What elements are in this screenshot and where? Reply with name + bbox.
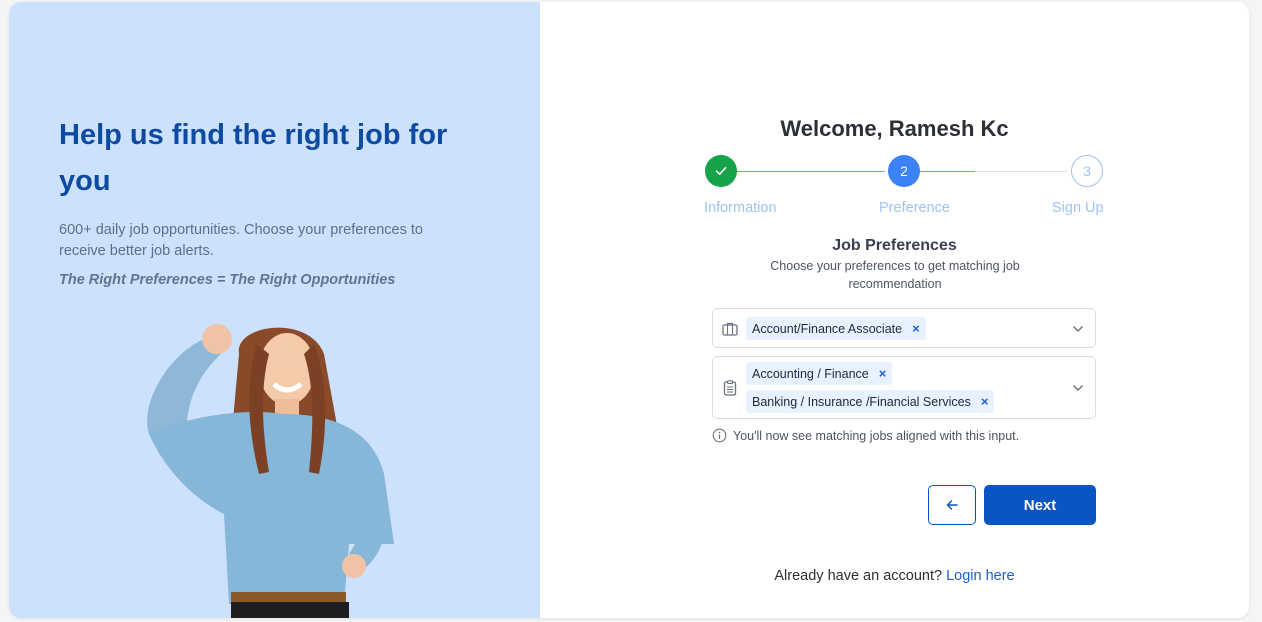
next-button[interactable]: Next	[984, 485, 1096, 525]
chip-remove-button[interactable]: ×	[912, 321, 920, 336]
login-prompt-text: Already have an account?	[774, 568, 943, 584]
chip-label: Banking / Insurance /Financial Services	[752, 394, 971, 409]
stepper-line-complete	[725, 170, 885, 172]
job-category-select[interactable]: Accounting / Finance × Banking / Insuran…	[712, 356, 1096, 419]
chip-remove-button[interactable]: ×	[981, 394, 989, 409]
step-1-label: Information	[704, 200, 777, 216]
job-preferences-subtitle: Choose your preferences to get matching …	[770, 259, 1020, 291]
briefcase-icon	[722, 322, 738, 336]
celebrating-woman-illustration	[147, 324, 394, 618]
chip-remove-button[interactable]: ×	[879, 366, 887, 381]
checkmark-icon	[715, 167, 727, 175]
job-preferences-title: Job Preferences	[832, 237, 957, 254]
step-3-circle: 3	[1071, 155, 1103, 187]
stepper-line-pending	[975, 170, 1067, 172]
step-2-label: Preference	[879, 200, 950, 216]
promo-subtext: 600+ daily job opportunities. Choose you…	[59, 222, 423, 259]
hint-text: You'll now see matching jobs aligned wit…	[733, 428, 1020, 443]
clipboard-icon	[723, 380, 737, 396]
promo-headline: Help us find the right job for you	[59, 119, 448, 197]
arrow-left-icon	[946, 500, 958, 510]
promo-tagline: The Right Preferences = The Right Opport…	[59, 272, 396, 288]
matching-hint: You'll now see matching jobs aligned wit…	[712, 428, 1019, 443]
chip-banking-insurance: Banking / Insurance /Financial Services …	[746, 390, 995, 413]
chip-label: Account/Finance Associate	[752, 321, 903, 336]
step-1-circle	[705, 155, 737, 187]
back-button[interactable]	[928, 485, 976, 525]
chip-label: Accounting / Finance	[752, 366, 869, 381]
promo-panel: Help us find the right job for you 600+ …	[9, 2, 540, 618]
chip-account-finance-associate: Account/Finance Associate ×	[746, 317, 926, 340]
chip-accounting-finance: Accounting / Finance ×	[746, 362, 893, 385]
login-link[interactable]: Login here	[946, 568, 1015, 584]
info-icon	[712, 428, 727, 443]
chevron-down-icon[interactable]	[1071, 322, 1085, 336]
step-2-circle: 2	[888, 155, 920, 187]
login-prompt-row: Already have an account? Login here	[540, 568, 1249, 584]
step-3-label: Sign Up	[1052, 200, 1104, 216]
progress-stepper: 2 3 Information Preference Sign Up	[695, 155, 1104, 225]
form-panel: Welcome, Ramesh Kc 2 3 Information Prefe…	[540, 2, 1249, 618]
chevron-down-icon[interactable]	[1071, 381, 1085, 395]
welcome-title: Welcome, Ramesh Kc	[780, 116, 1009, 141]
signup-card: Help us find the right job for you 600+ …	[9, 2, 1249, 618]
job-title-select[interactable]: Account/Finance Associate ×	[712, 308, 1096, 348]
